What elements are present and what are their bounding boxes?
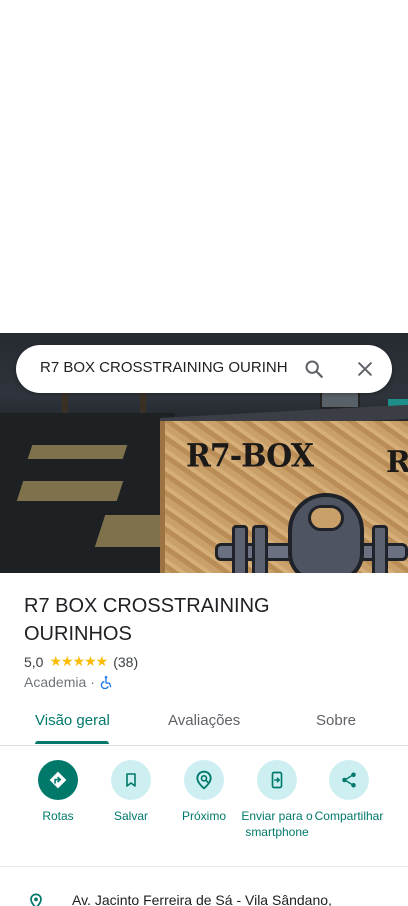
category-row: Academia ·	[24, 674, 113, 690]
send-to-phone-button[interactable]: Enviar para o smartphone	[238, 760, 316, 840]
nearby-icon	[196, 770, 212, 790]
tab-bar: Visão geral Avaliações Sobre	[0, 700, 408, 746]
search-bar[interactable]: R7 BOX CROSSTRAINING OURINHOS	[16, 345, 392, 393]
close-icon	[358, 362, 372, 376]
clear-search-button[interactable]	[349, 353, 381, 385]
search-input[interactable]: R7 BOX CROSSTRAINING OURINHOS	[40, 359, 288, 376]
save-button[interactable]: Salvar	[92, 760, 170, 824]
directions-button-circle	[38, 760, 78, 800]
send-to-phone-icon	[271, 771, 283, 789]
action-buttons: Rotas Salvar Próximo Enviar para o smart…	[0, 760, 408, 866]
active-tab-indicator	[35, 741, 109, 744]
place-title: R7 BOX CROSSTRAINING OURINHOS	[24, 592, 384, 648]
place-title-line: R7 BOX CROSSTRAINING	[24, 595, 270, 617]
directions-button[interactable]: Rotas	[19, 760, 97, 824]
photo-kettlebell-handle	[308, 505, 344, 531]
save-button-circle	[111, 760, 151, 800]
photo-mat	[27, 445, 128, 459]
place-title-line: OURINHOS	[24, 623, 132, 645]
separator-dot: ·	[90, 674, 95, 690]
action-label: Compartilhar	[314, 809, 384, 823]
bookmark-icon	[126, 773, 136, 787]
nearby-button-circle	[184, 760, 224, 800]
address-row[interactable]: Av. Jacinto Ferreira de Sá - Vila Sândan…	[0, 880, 408, 906]
share-button-circle	[329, 760, 369, 800]
section-divider	[0, 866, 408, 867]
share-icon	[342, 772, 356, 788]
photo-mat	[16, 481, 124, 501]
action-label: Rotas	[42, 809, 74, 823]
wheelchair-icon	[100, 676, 112, 689]
place-category: Academia	[24, 674, 87, 690]
action-label: Enviar para o smartphone	[241, 809, 313, 839]
rating-row[interactable]: 5,0 ★★★★★ (38)	[24, 653, 138, 670]
tab-reviews[interactable]: Avaliações	[168, 712, 240, 729]
action-label: Salvar	[113, 809, 148, 823]
photo-brand-text-partial: R	[386, 445, 408, 480]
directions-icon	[49, 771, 67, 789]
address-text: Av. Jacinto Ferreira de Sá - Vila Sândan…	[72, 892, 332, 906]
map-blank-area	[0, 0, 408, 333]
photo-plate	[232, 525, 248, 573]
search-icon	[305, 360, 323, 378]
share-button[interactable]: Compartilhar	[310, 760, 388, 824]
tab-overview[interactable]: Visão geral	[35, 712, 110, 729]
send-to-phone-button-circle	[257, 760, 297, 800]
review-count[interactable]: (38)	[113, 654, 138, 670]
photo-plate	[252, 525, 268, 573]
nearby-button[interactable]: Próximo	[165, 760, 243, 824]
search-button[interactable]	[298, 353, 330, 385]
location-pin-icon	[30, 893, 42, 906]
action-label: Próximo	[181, 809, 226, 823]
rating-stars: ★★★★★	[49, 653, 108, 669]
photo-plate	[372, 525, 388, 573]
photo-brand-text: R7-BOX	[186, 438, 314, 475]
rating-value: 5,0	[24, 653, 44, 670]
tab-about[interactable]: Sobre	[316, 712, 356, 729]
